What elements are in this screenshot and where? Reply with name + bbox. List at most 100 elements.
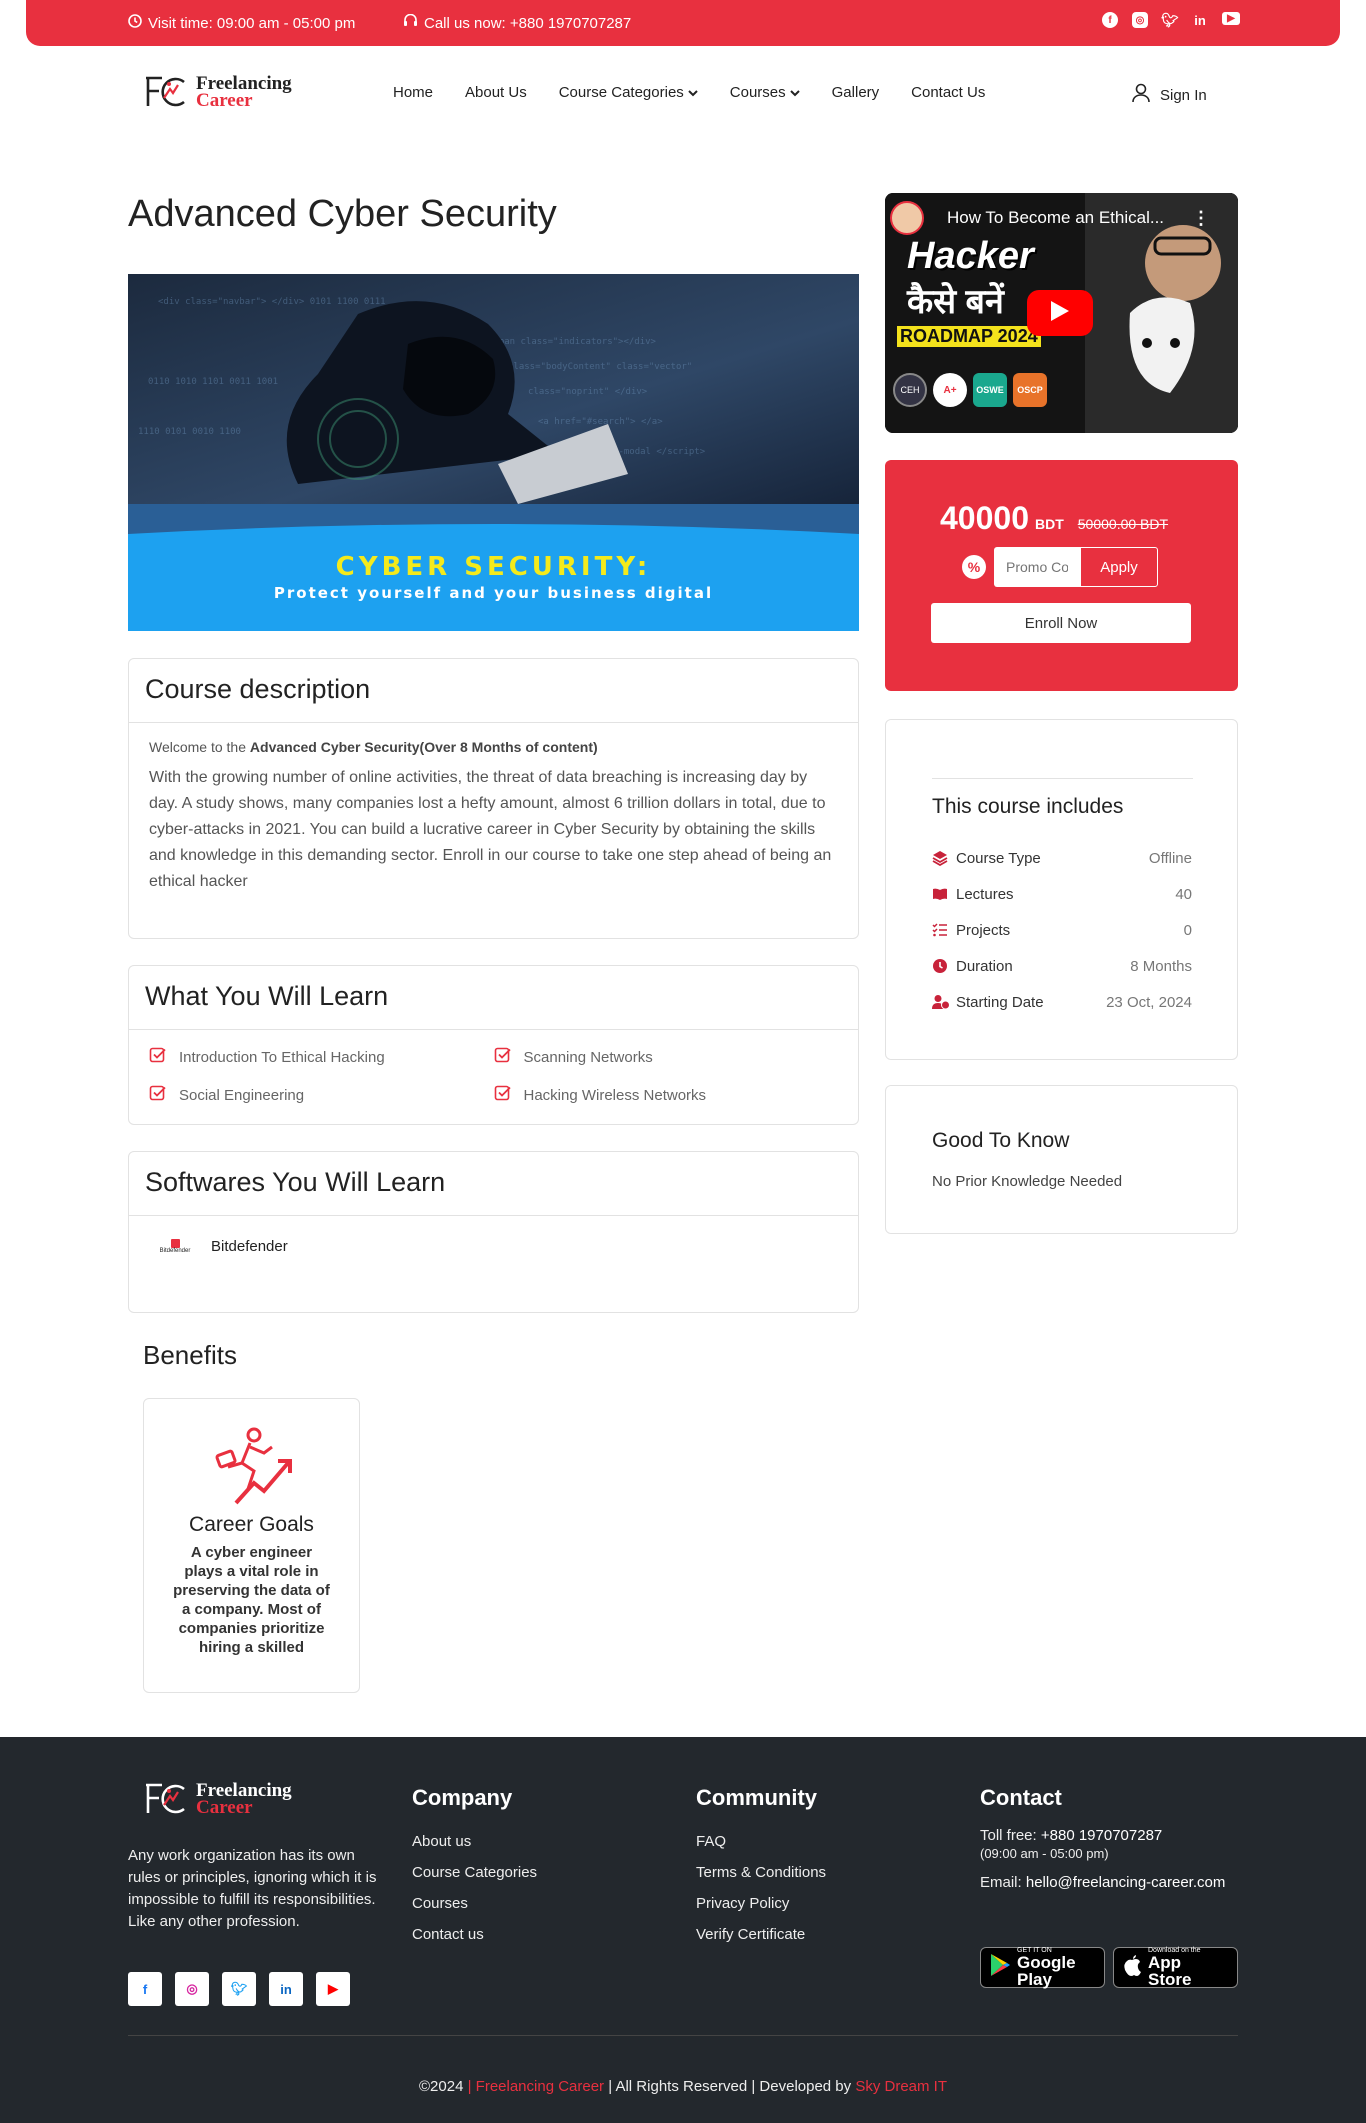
twitter-icon[interactable]: 🐦︎ [222,1972,256,2006]
svg-text:<div class="navbar"> </div> 01: <div class="navbar"> </div> 0101 1100 01… [158,297,386,307]
include-row: Duration 8 Months [932,948,1192,984]
topbar-socials: f ◎ 🐦︎ in ▶ [1102,12,1240,28]
footer-logo[interactable]: Freelancing Career [144,1781,292,1817]
footer-contact: Contact Toll free: +880 1970707287 (09:0… [980,1785,1240,1893]
toll-free: Toll free: +880 1970707287 [980,1827,1163,1844]
footer-link[interactable]: FAQ [696,1833,826,1850]
footer-community: Community FAQ Terms & Conditions Privacy… [696,1785,827,1943]
nav-about-us[interactable]: About Us [465,84,527,101]
pricing-box: 40000 BDT 50000.00 BDT % Apply Enroll No… [885,460,1238,691]
chevron-down-icon [789,89,800,97]
course-video-player[interactable]: How To Become an Ethical... ⋮ Hacker कैस… [885,193,1238,433]
linkedin-icon[interactable]: in [1192,12,1208,28]
more-vertical-icon[interactable]: ⋮ [1192,208,1210,229]
top-bar: Visit time: 09:00 am - 05:00 pm Call us … [26,0,1340,46]
footer-link[interactable]: Privacy Policy [696,1895,826,1912]
google-play-icon [989,1953,1011,1982]
youtube-icon[interactable]: ▶ [316,1972,350,2006]
footer-divider [128,2035,1238,2036]
include-row: Starting Date 23 Oct, 2024 [932,984,1192,1020]
benefits-heading: Benefits [143,1340,237,1370]
checkbox-check-icon [149,1046,167,1068]
headset-icon [403,13,418,32]
footer-link[interactable]: Contact us [412,1926,537,1943]
brand-line2: Career [196,90,253,111]
svg-text:1110 0101 0010 1100: 1110 0101 0010 1100 [138,427,241,437]
career-growth-icon [210,1425,294,1509]
book-icon [932,886,948,902]
course-banner-image: <div class="navbar"> </div> 0101 1100 01… [128,274,859,631]
footer-about: Any work organization has its own rules … [128,1847,377,1930]
learn-item: Hacking Wireless Networks [494,1084,839,1106]
enroll-now-button[interactable]: Enroll Now [931,603,1191,643]
nav-contact-us[interactable]: Contact Us [911,84,985,101]
apple-icon [1122,1953,1142,1982]
sign-in-button[interactable]: Sign In [1130,82,1207,108]
svg-text:0110 1010 1101 0011 1001: 0110 1010 1101 0011 1001 [148,377,278,387]
softwares-heading: Softwares You Will Learn [129,1152,858,1216]
learn-item: Scanning Networks [494,1046,839,1068]
layers-icon [932,850,948,867]
description-intro: Welcome to the Advanced Cyber Security(O… [149,739,598,755]
learn-item: Introduction To Ethical Hacking [149,1046,494,1068]
nav-gallery[interactable]: Gallery [832,84,880,101]
promo-code-input[interactable] [994,547,1080,587]
svg-text:class="noprint" </div>: class="noprint" </div> [528,387,648,397]
learn-heading: What You Will Learn [129,966,858,1030]
contact-hours: (09:00 am - 05:00 pm) [980,1846,1109,1861]
cert-badges: CEH A+ OSWE OSCP [893,373,1047,407]
nav-course-categories[interactable]: Course Categories [559,84,698,101]
youtube-icon[interactable]: ▶ [1222,12,1240,25]
footer-link[interactable]: Verify Certificate [696,1926,826,1943]
badge-oswe: OSWE [973,373,1007,407]
nav-home[interactable]: Home [393,84,433,101]
google-play-badge[interactable]: GET IT ON Google Play [980,1947,1105,1988]
instagram-icon[interactable]: ◎ [175,1972,209,2006]
facebook-icon[interactable]: f [1102,12,1118,28]
bitdefender-logo-icon: Bitdefender [153,1239,197,1254]
current-price: 40000 [940,500,1029,536]
good-to-know-text: No Prior Knowledge Needed [932,1173,1123,1190]
visit-time: Visit time: 09:00 am - 05:00 pm [128,14,355,32]
site-logo[interactable]: Freelancing Career [144,74,292,110]
banner-subline: Protect yourself and your business digit… [273,584,714,602]
chevron-down-icon [688,89,698,97]
includes-heading: This course includes [932,795,1124,818]
price-row: 40000 BDT 50000.00 BDT [940,500,1168,537]
promo-row: % Apply [962,547,1158,587]
twitter-icon[interactable]: 🐦︎ [1161,12,1179,28]
checklist-icon [932,922,948,938]
good-to-know-heading: Good To Know [932,1129,1070,1152]
facebook-icon[interactable]: f [128,1972,162,2006]
linkedin-icon[interactable]: in [269,1972,303,2006]
banner-headline: CYBER SECURITY: [335,552,652,582]
discount-icon: % [962,555,986,579]
footer-link[interactable]: Course Categories [412,1864,537,1881]
benefit-text: A cyber engineer plays a vital role in p… [173,1544,330,1656]
clock-icon [128,14,142,32]
footer-link[interactable]: Courses [412,1895,537,1912]
svg-text:class="bodyContent" class="vec: class="bodyContent" class="vector" [508,362,692,372]
apply-button[interactable]: Apply [1080,547,1158,587]
checkbox-check-icon [494,1084,512,1106]
divider [932,778,1193,779]
logo-mark-icon [144,1781,188,1817]
footer-link[interactable]: About us [412,1833,537,1850]
svg-text:<span class="indicators"></div: <span class="indicators"></div> [488,337,657,347]
badge-aplus: A+ [933,373,967,407]
badge-ceh: CEH [893,373,927,407]
course-description-card: Course description Welcome to the Advanc… [128,658,859,939]
footer-link[interactable]: Terms & Conditions [696,1864,826,1881]
play-button[interactable] [1027,290,1093,336]
footer-company: Company About us Course Categories Cours… [412,1785,538,1943]
nav-courses[interactable]: Courses [730,84,800,101]
play-icon [1049,299,1071,328]
video-title: How To Become an Ethical... [947,208,1165,227]
thumb-line3: ROADMAP 2024 [897,326,1041,347]
call-us[interactable]: Call us now: +880 1970707287 [403,13,631,32]
course-description-heading: Course description [129,659,858,723]
app-store-badge[interactable]: Download on the App Store [1113,1947,1238,1988]
instagram-icon[interactable]: ◎ [1132,12,1148,28]
site-footer: Freelancing Career Any work organization… [0,1737,1366,2123]
badge-oscp: OSCP [1013,373,1047,407]
